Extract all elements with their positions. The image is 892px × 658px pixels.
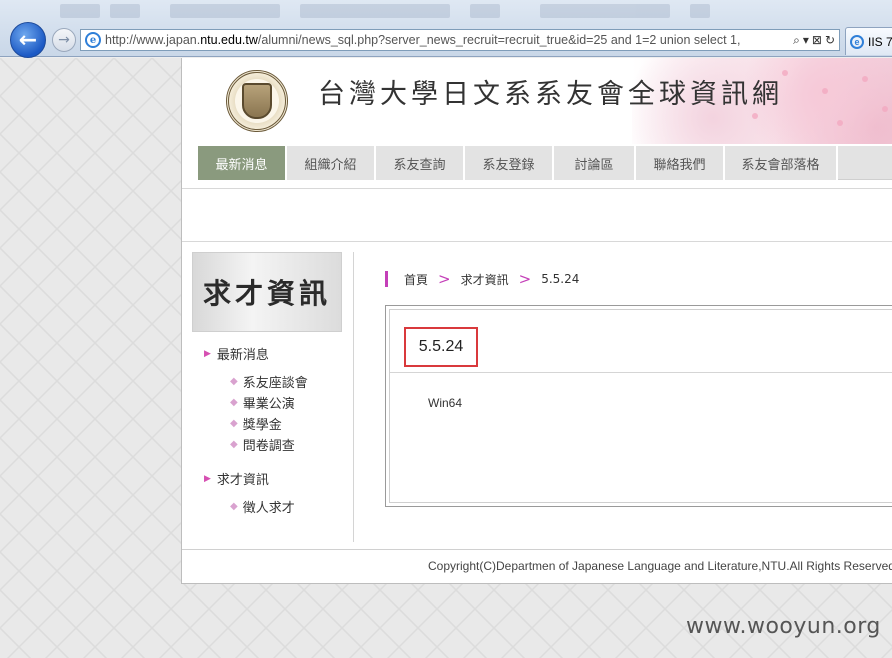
diamond-bullet-icon: ◆	[230, 418, 238, 429]
ie-page-icon: e	[85, 32, 101, 48]
refresh-icon[interactable]: ↻	[825, 33, 835, 48]
nav-item-forum[interactable]: 討論區	[554, 146, 636, 180]
address-bar[interactable]: e http://www.japan.ntu.edu.tw/alumni/new…	[80, 29, 840, 51]
footer-copyright: Copyright(C)Departmen of Japanese Langua…	[428, 559, 892, 573]
ie-tab-icon: e	[850, 34, 864, 49]
sidebar-item-label: 畢業公演	[242, 397, 295, 412]
footer-divider	[182, 549, 892, 550]
arrow-right-icon: →	[58, 32, 70, 48]
compatibility-view-icon[interactable]: ⊠	[812, 33, 822, 48]
university-seal-logo[interactable]	[226, 70, 288, 132]
sidebar-item-label: 獎學金	[242, 418, 282, 433]
nav-item-blog[interactable]: 系友會部落格	[725, 146, 838, 180]
sidebar-item-job-openings[interactable]: ◆ 徵人求才	[230, 497, 295, 516]
banner-band	[182, 189, 892, 241]
url-prefix: http://www.japan.	[105, 33, 201, 47]
address-tools: ⌕ ▾ ⊠ ↻	[789, 33, 839, 48]
article-panel: 5.5.24 Win64	[385, 305, 892, 507]
sidebar-item-seminar[interactable]: ◆ 系友座談會	[230, 372, 308, 391]
address-url[interactable]: http://www.japan.ntu.edu.tw/alumni/news_…	[105, 33, 789, 47]
breadcrumb: 首頁 > 求才資訊 > 5.5.24	[385, 270, 579, 288]
sidebar-category-latest-news[interactable]: ▶ 最新消息	[204, 344, 269, 363]
article-heading-divider	[390, 372, 892, 373]
nav-item-latest-news[interactable]: 最新消息	[198, 146, 287, 180]
sidebar-item-survey[interactable]: ◆ 問卷調查	[230, 435, 295, 454]
diamond-bullet-icon: ◆	[230, 376, 238, 387]
breadcrumb-marker	[385, 271, 388, 287]
tab-label: IIS 7	[868, 34, 892, 49]
sidebar-item-scholarship[interactable]: ◆ 獎學金	[230, 414, 282, 433]
sidebar: 求才資訊 ▶ 最新消息 ◆ 系友座談會 ◆ 畢業公演 ◆ 獎學金 ◆ 問卷調查	[192, 252, 342, 542]
article-inner: 5.5.24 Win64	[389, 309, 892, 503]
breadcrumb-current: 5.5.24	[541, 272, 580, 286]
sidebar-item-label: 系友座談會	[242, 376, 308, 391]
nav-item-organization[interactable]: 組織介紹	[287, 146, 376, 180]
main-navigation: 最新消息 組織介紹 系友查詢 系友登錄 討論區 聯絡我們 系友會部落格	[198, 146, 892, 180]
url-host: ntu.edu.tw	[200, 33, 258, 47]
diamond-bullet-icon: ◆	[230, 397, 238, 408]
sidebar-category-recruiting[interactable]: ▶ 求才資訊	[204, 469, 269, 488]
url-path: /alumni/news_sql.php?server_news_recruit…	[257, 33, 741, 47]
diamond-bullet-icon: ◆	[230, 439, 238, 450]
sidebar-divider	[353, 252, 354, 542]
breadcrumb-recruiting[interactable]: 求才資訊	[461, 271, 509, 288]
site-header: 台灣大學日文系系友會全球資訊網	[182, 58, 892, 144]
sidebar-item-graduation-performance[interactable]: ◆ 畢業公演	[230, 393, 295, 412]
forward-button[interactable]: →	[52, 28, 76, 52]
sidebar-category-label: 求才資訊	[216, 473, 269, 488]
back-button[interactable]: ←	[10, 22, 46, 58]
sidebar-banner: 求才資訊	[192, 252, 342, 332]
breadcrumb-separator: >	[438, 270, 451, 288]
sidebar-item-label: 徵人求才	[242, 501, 295, 516]
sidebar-item-label: 問卷調查	[242, 439, 295, 454]
nav-item-alumni-search[interactable]: 系友查詢	[376, 146, 465, 180]
browser-toolbar: ← → e http://www.japan.ntu.edu.tw/alumni…	[0, 0, 892, 58]
site-title: 台灣大學日文系系友會全球資訊網	[318, 79, 783, 110]
triangle-right-icon: ▶	[204, 473, 211, 484]
sidebar-banner-title: 求才資訊	[202, 277, 331, 310]
band-divider	[182, 241, 892, 242]
triangle-right-icon: ▶	[204, 348, 211, 359]
arrow-left-icon: ←	[18, 27, 38, 53]
browser-tab[interactable]: e IIS 7	[845, 27, 892, 55]
chevron-down-icon[interactable]: ▾	[803, 33, 809, 48]
nav-item-alumni-register[interactable]: 系友登錄	[465, 146, 554, 180]
search-icon[interactable]: ⌕	[793, 33, 800, 48]
background-tabs-strip	[0, 0, 892, 22]
watermark-text: www.wooyun.org	[686, 614, 881, 639]
page-viewport: 台灣大學日文系系友會全球資訊網 最新消息 組織介紹 系友查詢 系友登錄 討論區 …	[0, 58, 892, 658]
article-title: 5.5.24	[404, 327, 478, 367]
site-container: 台灣大學日文系系友會全球資訊網 最新消息 組織介紹 系友查詢 系友登錄 討論區 …	[181, 58, 892, 584]
seal-emblem-icon	[242, 83, 272, 119]
nav-item-contact[interactable]: 聯絡我們	[636, 146, 725, 180]
sidebar-category-label: 最新消息	[216, 348, 269, 363]
article-body: Win64	[428, 396, 463, 410]
breadcrumb-home[interactable]: 首頁	[404, 271, 428, 288]
breadcrumb-separator: >	[518, 270, 532, 288]
diamond-bullet-icon: ◆	[230, 501, 238, 512]
